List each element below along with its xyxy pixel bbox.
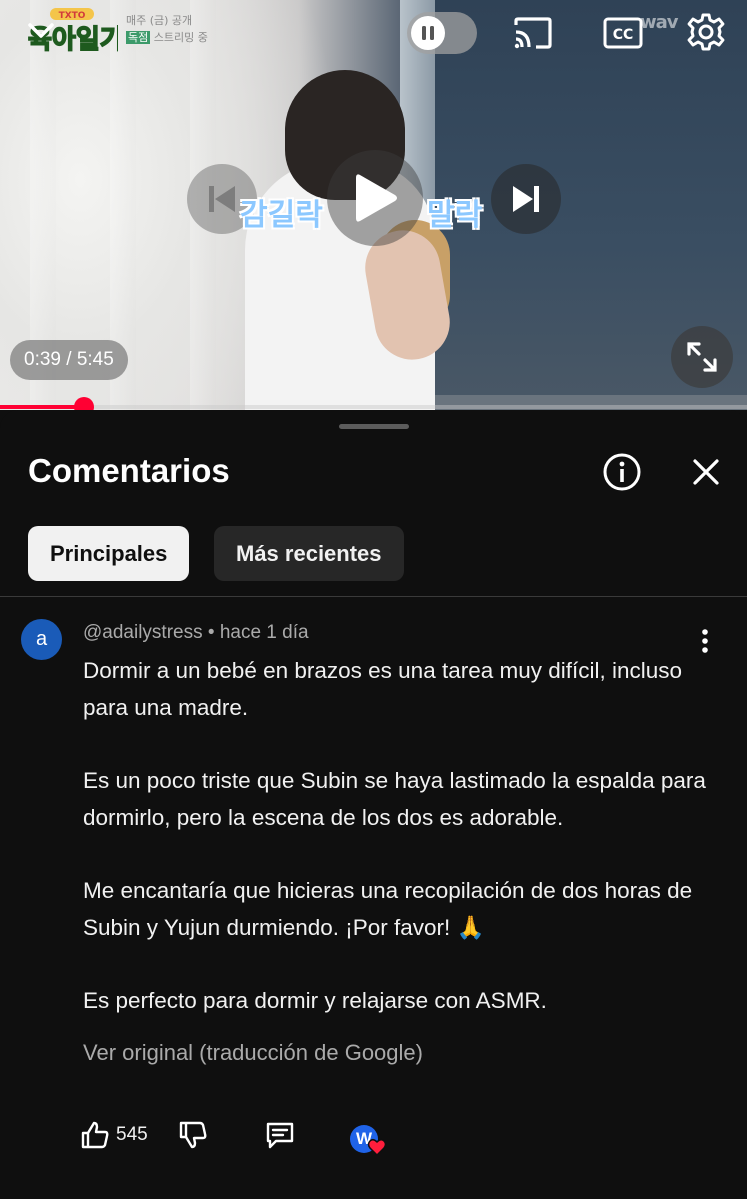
comment-meta: @adailystress • hace 1 día bbox=[83, 622, 309, 644]
comment-author[interactable]: @adailystress bbox=[83, 622, 203, 643]
progress-bar[interactable] bbox=[0, 397, 747, 410]
info-button[interactable] bbox=[600, 450, 644, 494]
more-vert-icon bbox=[702, 629, 708, 653]
meta-separator: • bbox=[207, 622, 220, 643]
program-info: 매주 (금) 공개 독점 스트리밍 중 bbox=[126, 12, 208, 46]
comment-time: hace 1 día bbox=[219, 622, 309, 643]
autoplay-toggle[interactable] bbox=[407, 12, 477, 54]
dislike-button[interactable] bbox=[178, 1120, 208, 1150]
next-video-button[interactable] bbox=[491, 164, 561, 234]
comments-title: Comentarios bbox=[28, 452, 230, 489]
cast-icon bbox=[514, 17, 552, 49]
settings-button[interactable] bbox=[684, 10, 728, 54]
skip-next-icon bbox=[513, 186, 539, 212]
exclusive-tag: 독점 bbox=[126, 31, 151, 44]
thumbs-up-icon bbox=[81, 1121, 109, 1149]
fullscreen-button[interactable] bbox=[671, 326, 733, 388]
play-button[interactable] bbox=[327, 150, 423, 246]
play-icon bbox=[356, 174, 397, 222]
streaming-label: 스트리밍 중 bbox=[153, 31, 208, 44]
like-button[interactable]: 545 bbox=[80, 1120, 148, 1150]
close-icon bbox=[693, 459, 719, 485]
chip-mas-recientes[interactable]: Más recientes bbox=[214, 526, 404, 581]
comment-paragraph: Me encantaría que hicieras una recopilac… bbox=[83, 878, 693, 940]
video-caption-right: 말락 bbox=[427, 198, 483, 233]
program-schedule: 매주 (금) 공개 bbox=[126, 14, 193, 27]
progress-scrubber[interactable] bbox=[74, 397, 95, 410]
program-streaming: 독점 스트리밍 중 bbox=[126, 29, 208, 46]
avatar[interactable]: a bbox=[21, 619, 62, 660]
view-original-link[interactable]: Ver original (traducción de Google) bbox=[83, 1040, 423, 1066]
svg-text:TXTO: TXTO bbox=[59, 11, 86, 21]
fullscreen-icon bbox=[687, 342, 717, 372]
progress-played bbox=[0, 405, 85, 409]
reply-button[interactable] bbox=[264, 1120, 296, 1150]
video-caption-left: 감길락 bbox=[240, 198, 323, 233]
skip-previous-icon bbox=[209, 186, 235, 212]
like-count: 545 bbox=[116, 1124, 148, 1145]
heart-icon bbox=[367, 1138, 387, 1157]
comment-paragraph: Es perfecto para dormir y relajarse con … bbox=[83, 988, 547, 1013]
comments-panel: Comentarios Principales Más recientes a … bbox=[0, 410, 747, 1199]
thumbs-down-icon bbox=[179, 1121, 207, 1149]
chip-principales[interactable]: Principales bbox=[28, 526, 190, 581]
creator-heart-badge: W bbox=[350, 1125, 388, 1159]
watermark: wav bbox=[640, 12, 679, 33]
minimize-button[interactable] bbox=[24, 14, 58, 48]
time-display: 0:39 / 5:45 bbox=[10, 340, 128, 380]
info-icon bbox=[603, 453, 641, 491]
divider bbox=[0, 596, 747, 597]
drag-handle[interactable] bbox=[339, 424, 409, 429]
comment-paragraph: Es un poco triste que Subin se haya last… bbox=[83, 768, 706, 830]
autoplay-knob bbox=[411, 16, 445, 50]
video-player[interactable]: TXTO 육아일기 매주 (금) 공개 독점 스트리밍 중 CC wav 감길락… bbox=[0, 0, 747, 410]
comment-body: Dormir a un bebé en brazos es una tarea … bbox=[83, 652, 713, 1019]
gear-icon bbox=[687, 13, 725, 51]
reply-icon bbox=[266, 1122, 294, 1149]
close-button[interactable] bbox=[684, 450, 728, 494]
cc-icon: CC bbox=[603, 17, 643, 49]
svg-text:CC: CC bbox=[613, 27, 634, 43]
pause-icon bbox=[422, 26, 434, 40]
cast-button[interactable] bbox=[510, 12, 556, 54]
comment-paragraph: Dormir a un bebé en brazos es una tarea … bbox=[83, 658, 683, 720]
chevron-down-icon bbox=[28, 23, 54, 38]
